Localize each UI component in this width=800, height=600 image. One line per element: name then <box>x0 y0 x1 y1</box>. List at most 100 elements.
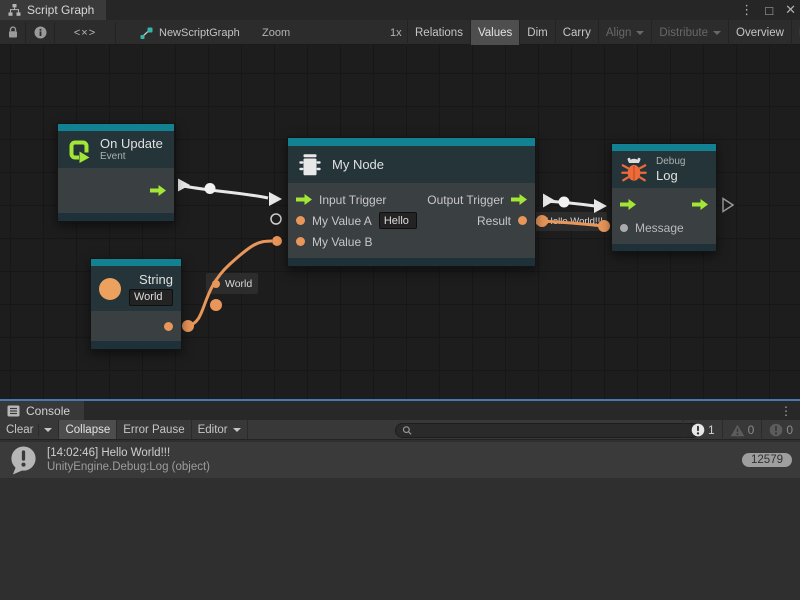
wire-dot <box>210 299 222 311</box>
wire-output-trigger-to-debug[interactable] <box>544 201 595 206</box>
loop-event-icon <box>66 137 92 163</box>
align-dropdown[interactable]: Align <box>598 20 652 45</box>
node-on-update[interactable]: On Update Event <box>57 123 175 222</box>
port-label: My Value B <box>312 235 372 249</box>
editor-dropdown[interactable]: Editor <box>192 420 248 439</box>
port-message[interactable] <box>620 224 628 232</box>
string-value-input[interactable] <box>129 289 173 306</box>
console-log-list: [14:02:46] Hello World!!! UnityEngine.De… <box>0 441 800 600</box>
collapse-button[interactable]: Collapse <box>59 420 117 439</box>
relations-button[interactable]: Relations <box>407 20 470 45</box>
value-dot-icon <box>535 218 542 225</box>
values-button[interactable]: Values <box>470 20 519 45</box>
wire-dot <box>205 183 216 194</box>
info-button[interactable] <box>26 20 54 45</box>
dropdown-arrow-icon[interactable] <box>44 428 52 432</box>
console-tab-bar: Console ⋮ <box>0 401 800 420</box>
overview-button[interactable]: Overview <box>728 20 791 45</box>
unconnected-port-triangle-icon[interactable] <box>723 199 733 212</box>
port-output-trigger[interactable] <box>511 194 527 205</box>
log-count: 1 <box>708 423 715 437</box>
port-trigger-input[interactable] <box>620 199 636 210</box>
port-trigger-output[interactable] <box>692 199 708 210</box>
zoom-value: 1x <box>390 20 402 45</box>
dim-button[interactable]: Dim <box>519 20 554 45</box>
wire-value-bubble-result: Hello World!!! <box>531 212 607 231</box>
breadcrumb[interactable]: NewScriptGraph <box>140 20 240 45</box>
graph-toolbar: <×> NewScriptGraph Zoom 1x Relations Val… <box>0 20 800 45</box>
dropdown-arrow-icon <box>636 31 644 35</box>
node-accent-strip <box>91 259 181 266</box>
port-string-output[interactable] <box>164 322 173 331</box>
distribute-dropdown[interactable]: Distribute <box>651 20 728 45</box>
port-trigger-output[interactable] <box>150 185 166 196</box>
node-accent-strip <box>612 144 716 151</box>
console-log-entry[interactable]: [14:02:46] Hello World!!! UnityEngine.De… <box>0 442 800 478</box>
graph-canvas[interactable]: World Hello World!!! <box>0 45 800 399</box>
port-my-value-b[interactable] <box>296 237 305 246</box>
node-title: String <box>139 272 173 287</box>
window-maximize-icon[interactable]: □ <box>765 3 773 18</box>
dropdown-arrow-icon <box>713 31 721 35</box>
warning-count: 0 <box>748 423 755 437</box>
bug-icon <box>620 156 648 184</box>
clear-label: Clear <box>6 424 33 436</box>
window-tab-bar: Script Graph ⋮ □ ✕ <box>0 0 800 20</box>
carry-button[interactable]: Carry <box>555 20 598 45</box>
wire-end-arrow-icon <box>269 192 282 206</box>
console-search-input[interactable] <box>416 424 693 436</box>
node-title: On Update <box>100 136 163 151</box>
tab-script-graph[interactable]: Script Graph <box>0 0 106 20</box>
fullscreen-button[interactable]: Full S <box>791 20 800 45</box>
wire-start-arrow-icon <box>543 194 555 208</box>
graph-asset-icon <box>140 27 153 39</box>
warning-count-toggle[interactable]: 0 <box>722 420 762 440</box>
zoom-label: Zoom <box>262 20 290 45</box>
port-label: Input Trigger <box>319 193 386 207</box>
lock-button[interactable] <box>0 20 25 45</box>
wire-start-arrow-icon <box>178 179 190 192</box>
node-debug-log[interactable]: Debug Log Message <box>611 143 717 252</box>
node-header: String <box>91 266 181 311</box>
my-value-a-input[interactable] <box>379 212 417 229</box>
port-label: Output Trigger <box>427 193 504 207</box>
clear-button[interactable]: Clear <box>0 420 59 439</box>
error-pause-button[interactable]: Error Pause <box>117 420 191 439</box>
wire-dot <box>182 320 194 332</box>
error-count-toggle[interactable]: 0 <box>761 420 800 440</box>
log-entry-line1: [14:02:46] Hello World!!! <box>47 446 210 461</box>
wire-value-bubble-world: World <box>206 273 258 294</box>
console-menu-icon[interactable]: ⋮ <box>780 401 792 420</box>
string-literal-icon <box>99 278 121 300</box>
node-string[interactable]: String <box>90 258 182 350</box>
node-header: On Update Event <box>58 131 174 168</box>
error-count: 0 <box>786 423 793 437</box>
node-my-node[interactable]: My Node Input Trigger Output Trigger My … <box>287 137 536 267</box>
node-footer <box>58 213 174 221</box>
node-kicker: Debug <box>656 156 685 168</box>
node-header: Debug Log <box>612 151 716 188</box>
graph-name: NewScriptGraph <box>159 27 240 39</box>
unconnected-port-circle-icon[interactable] <box>271 214 281 224</box>
code-toggle-button[interactable]: <×> <box>55 20 115 45</box>
log-bubble-icon <box>691 423 705 437</box>
port-my-value-a[interactable] <box>296 216 305 225</box>
node-subtitle: Event <box>100 151 163 163</box>
port-result[interactable] <box>518 216 527 225</box>
node-title: Log <box>656 168 685 183</box>
console-search-field[interactable] <box>395 423 700 438</box>
console-count-toggles: 1 0 0 <box>683 420 800 440</box>
tab-title: Script Graph <box>27 3 94 17</box>
window-menu-icon[interactable]: ⋮ <box>740 2 753 18</box>
align-label: Align <box>606 27 632 39</box>
node-footer <box>612 244 716 251</box>
unity-script-graph-window: Script Graph ⋮ □ ✕ <×> NewScriptGraph Zo… <box>0 0 800 600</box>
wire-on-update-to-input-trigger[interactable] <box>179 185 268 198</box>
port-label: Message <box>635 221 684 235</box>
warning-icon <box>730 424 745 437</box>
window-close-icon[interactable]: ✕ <box>785 2 796 18</box>
tab-console[interactable]: Console <box>0 401 84 420</box>
log-count-toggle[interactable]: 1 <box>683 420 722 440</box>
port-input-trigger[interactable] <box>296 194 312 205</box>
port-label: My Value A <box>312 214 372 228</box>
